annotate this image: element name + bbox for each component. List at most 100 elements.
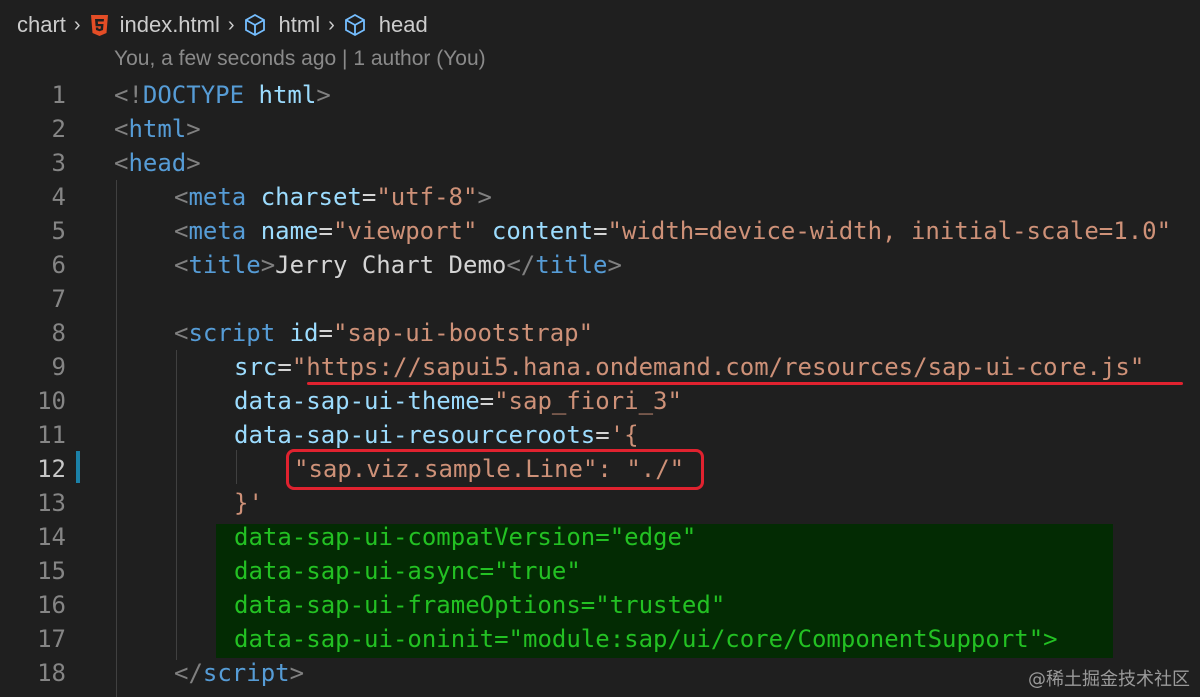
annotation-underline (307, 382, 1183, 385)
token: data-sap-ui-resourceroots (234, 421, 596, 449)
token: data-sap-ui-theme (234, 387, 480, 415)
token: src (234, 353, 278, 381)
token: = (479, 557, 495, 585)
code-line[interactable]: <!DOCTYPE html> (114, 78, 331, 112)
code-line[interactable]: data-sap-ui-frameOptions="trusted" (234, 588, 725, 622)
token: content (491, 217, 594, 245)
line-number: 10 (37, 387, 66, 415)
breadcrumb-node-head[interactable]: head (343, 12, 428, 38)
line-number: 15 (37, 557, 66, 585)
line-number: 5 (51, 217, 66, 245)
line-number: 2 (51, 115, 66, 143)
token: "edge" (609, 523, 697, 551)
code-line[interactable]: }' (234, 486, 263, 520)
token: }' (234, 489, 263, 517)
token: data-sap-ui-compatVersion (234, 523, 596, 551)
code-line[interactable]: data-sap-ui-theme="sap_fiori_3" (234, 384, 682, 418)
watermark: @稀土掘金技术社区 (1028, 669, 1190, 690)
html5-file-icon (90, 14, 108, 36)
line-number: 6 (51, 251, 66, 279)
token: "utf-8" (376, 183, 478, 211)
line-number: 13 (37, 489, 66, 517)
token: html (128, 115, 187, 143)
token: = (318, 217, 333, 245)
cube-icon (243, 13, 267, 37)
token: = (318, 319, 333, 347)
token: > (186, 115, 201, 143)
token: "width=device-width, initial-scale=1.0" (607, 217, 1172, 245)
token: = (593, 217, 608, 245)
token: = (595, 421, 610, 449)
line-number: 4 (51, 183, 66, 211)
breadcrumb-node-label: html (278, 12, 321, 37)
code-line[interactable]: <meta charset="utf-8"> (174, 180, 492, 214)
line-number: 8 (51, 319, 66, 347)
line-number: 7 (51, 285, 66, 313)
line-number: 16 (37, 591, 66, 619)
breadcrumb-node-html[interactable]: html (243, 12, 321, 38)
chevron-right-icon: › (73, 13, 81, 36)
token: <! (114, 81, 143, 109)
token: > (260, 251, 276, 279)
token: script (202, 659, 290, 687)
git-blame-codelens[interactable]: You, a few seconds ago | 1 author (You) (114, 47, 486, 71)
token: > (289, 659, 305, 687)
token: charset (260, 183, 362, 211)
code-line[interactable]: src="https://sapui5.hana.ondemand.com/re… (234, 350, 1144, 384)
token: < (114, 149, 129, 177)
token: < (174, 183, 189, 211)
token: title (535, 251, 608, 279)
token: > (1043, 625, 1058, 653)
token: html (258, 81, 317, 109)
token: = (479, 387, 495, 415)
token: data-sap-ui-oninit (234, 625, 495, 653)
line-number: 11 (37, 421, 66, 449)
token: < (174, 251, 189, 279)
token: = (361, 183, 377, 211)
line-number: 17 (37, 625, 66, 653)
token: data-sap-ui-async (234, 557, 480, 585)
token: title (188, 251, 261, 279)
token: < (174, 217, 189, 245)
indent-guide (236, 450, 237, 484)
token: > (477, 183, 492, 211)
code-line[interactable]: <title>Jerry Chart Demo</title> (174, 248, 622, 282)
token: > (316, 81, 331, 109)
code-line[interactable]: data-sap-ui-async="true" (234, 554, 581, 588)
code-line[interactable]: </script> (174, 656, 304, 690)
code-line[interactable]: <head> (114, 146, 201, 180)
breadcrumb-file[interactable]: index.html (89, 12, 220, 38)
breadcrumb-file-label: index.html (119, 12, 220, 37)
token: < (114, 115, 129, 143)
cube-icon (343, 13, 367, 37)
token: DOCTYPE (142, 81, 245, 109)
code-line[interactable]: data-sap-ui-oninit="module:sap/ui/core/C… (234, 622, 1058, 656)
breadcrumb-node-label: head (378, 12, 428, 37)
code-line[interactable]: <script id="sap-ui-bootstrap" (174, 316, 593, 350)
code-line[interactable]: data-sap-ui-compatVersion="edge" (234, 520, 696, 554)
code-line[interactable]: data-sap-ui-resourceroots='{ (234, 418, 639, 452)
token: = (494, 625, 509, 653)
token: id (289, 319, 319, 347)
chevron-right-icon: › (227, 13, 235, 36)
line-number: 18 (37, 659, 66, 687)
token: script (188, 319, 276, 347)
token: "trusted" (595, 591, 726, 619)
breadcrumb-folder[interactable]: chart (17, 12, 66, 38)
token: > (607, 251, 622, 279)
token: head (128, 149, 187, 177)
token: = (580, 591, 596, 619)
line-number: 3 (51, 149, 66, 177)
code-line[interactable]: <meta name="viewport" content="width=dev… (174, 214, 1171, 248)
chevron-right-icon: › (328, 13, 335, 36)
code-line[interactable]: <html> (114, 112, 201, 146)
line-number: 9 (51, 353, 66, 381)
token: </ (506, 251, 536, 279)
token: data-sap-ui-frameOptions (234, 591, 581, 619)
git-modified-indicator[interactable] (76, 451, 80, 483)
indent-guide (116, 180, 117, 697)
token: "sap_fiori_3" (494, 387, 682, 415)
token: meta (188, 183, 247, 211)
code-editor[interactable]: chart › index.html › html › head You, a … (0, 0, 1200, 697)
